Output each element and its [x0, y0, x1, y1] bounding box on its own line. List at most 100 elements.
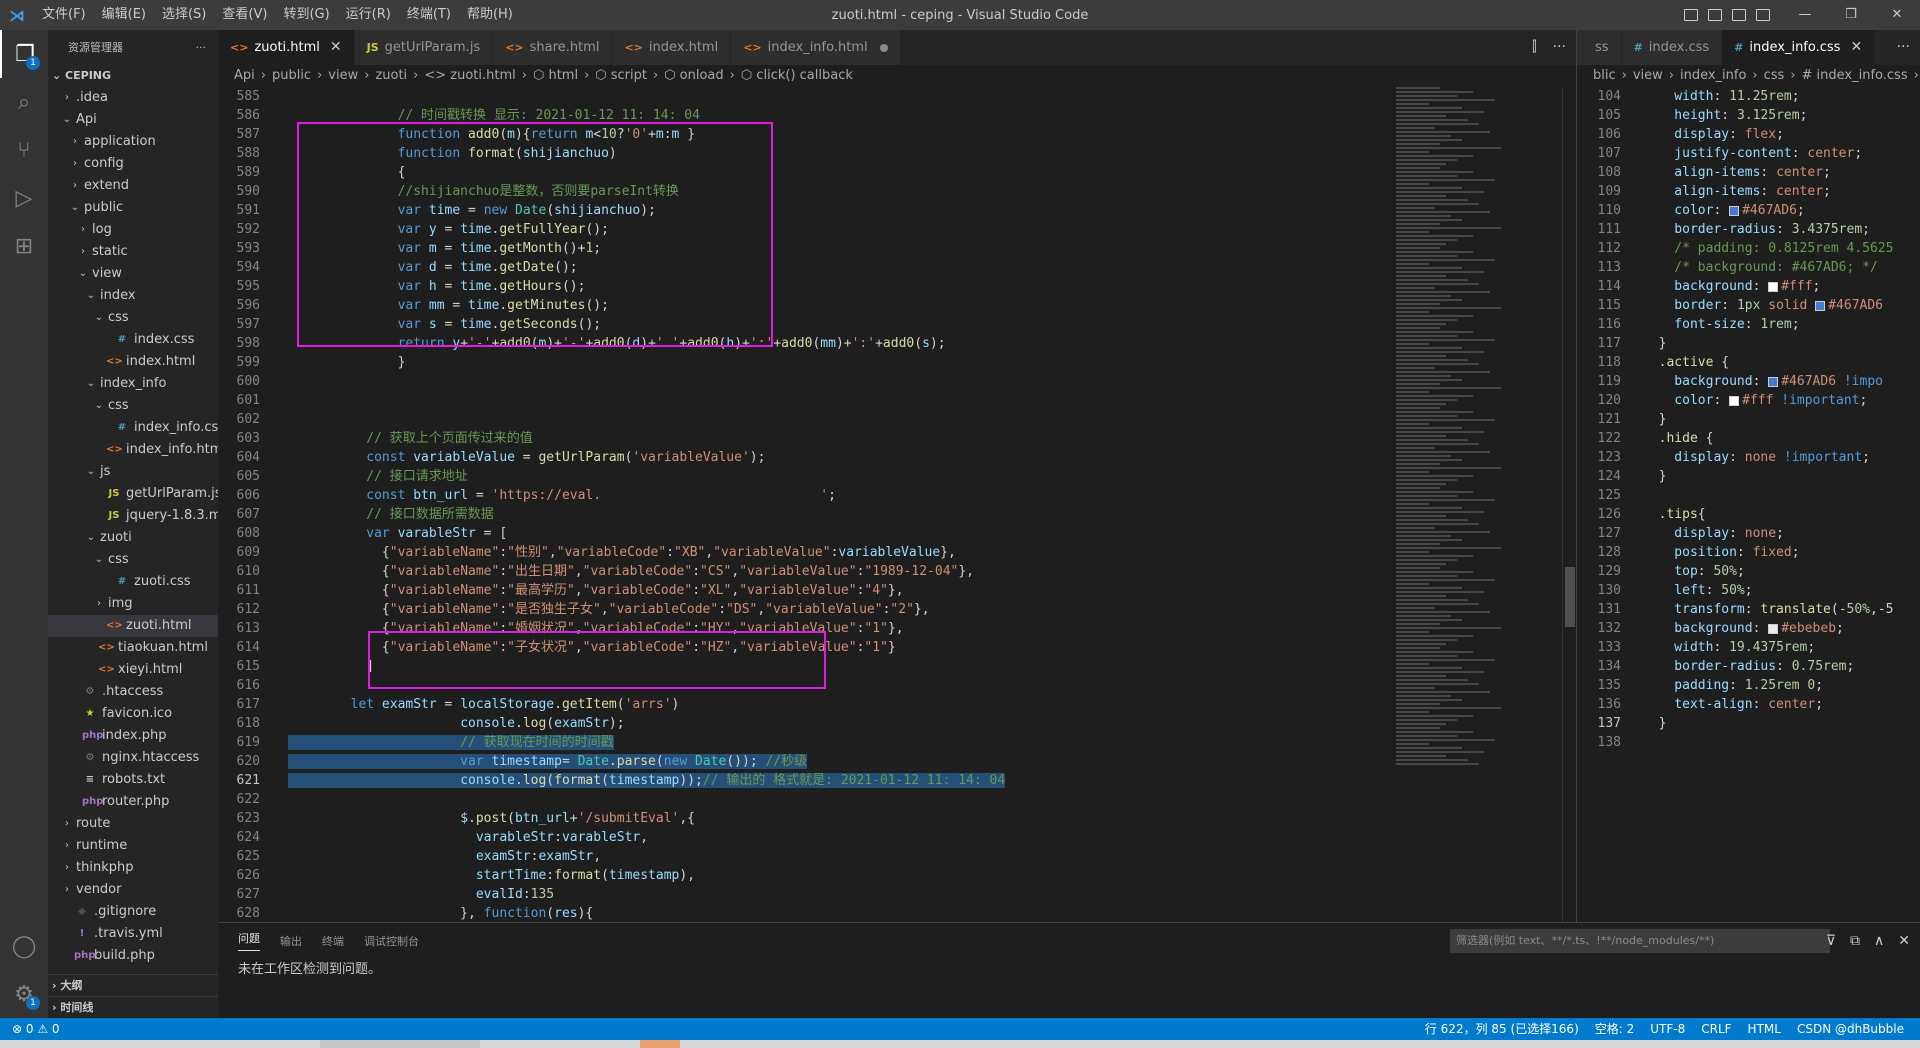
tree-item[interactable]: › thinkphp [48, 857, 218, 879]
close-window-button[interactable]: ✕ [1874, 0, 1920, 30]
accounts-icon[interactable]: ◯ [0, 922, 48, 970]
tree-item[interactable]: php build.php [48, 945, 218, 967]
tree-item[interactable]: › application [48, 131, 218, 153]
breadcrumb-item[interactable]: view [1633, 68, 1663, 83]
search-icon[interactable]: ⌕ [0, 78, 48, 126]
tree-item[interactable]: ⌄ zuoti [48, 527, 218, 549]
tree-item[interactable]: › runtime [48, 835, 218, 857]
customize-layout-icon[interactable] [1756, 9, 1770, 21]
run-debug-icon[interactable]: ▷ [0, 174, 48, 222]
tree-item[interactable]: ≡ robots.txt [48, 769, 218, 791]
workspace-root[interactable]: ⌄ CEPING [48, 65, 218, 87]
breadcrumb-item[interactable]: view [328, 68, 358, 83]
panel-tab[interactable]: 终端 [322, 933, 344, 949]
tree-item[interactable]: <> index_info.html [48, 439, 218, 461]
tree-item[interactable]: ⌄ index [48, 285, 218, 307]
tree-item[interactable]: ⌄ view [48, 263, 218, 285]
breadcrumb-item[interactable]: ⬡ onload [664, 68, 723, 83]
tree-item[interactable]: › .idea [48, 87, 218, 109]
tree-item[interactable]: # index_info.css [48, 417, 218, 439]
menu-item-5[interactable]: 运行(R) [338, 7, 399, 22]
problems-filter-input[interactable]: 筛选器(例如 text、**/*.ts、!**/node_modules/**) [1450, 929, 1830, 953]
panel-tab[interactable]: 调试控制台 [364, 933, 419, 949]
menu-item-6[interactable]: 终端(T) [399, 7, 459, 22]
taskbar-item-active[interactable] [640, 1040, 680, 1048]
tree-item[interactable]: <> zuoti.html [48, 615, 218, 637]
tree-item[interactable]: ★ favicon.ico [48, 703, 218, 725]
panel-tab[interactable]: 问题 [238, 930, 260, 951]
menu-item-0[interactable]: 文件(F) [34, 7, 94, 22]
status-item[interactable]: HTML [1748, 1018, 1781, 1040]
tree-item[interactable]: › vendor [48, 879, 218, 901]
status-item[interactable]: 空格: 2 [1595, 1018, 1635, 1040]
tree-item[interactable]: # zuoti.css [48, 571, 218, 593]
tree-item[interactable]: ⌄ public [48, 197, 218, 219]
breadcrumb-item[interactable]: ⬡ click() callback [741, 68, 853, 83]
tree-item[interactable]: ⚙ .htaccess [48, 681, 218, 703]
tree-item[interactable]: JS jquery-1.8.3.min.js [48, 505, 218, 527]
menu-item-2[interactable]: 选择(S) [154, 7, 214, 22]
breadcrumb-item[interactable]: index_info [1680, 68, 1746, 83]
source-control-icon[interactable]: ⑂ [0, 126, 48, 174]
tree-item[interactable]: <> xieyi.html [48, 659, 218, 681]
split-editor-icon[interactable]: ⫿ [1532, 30, 1536, 65]
tree-item[interactable]: ⚙ nginx.htaccess [48, 747, 218, 769]
extensions-icon[interactable]: ⊞ [0, 222, 48, 270]
tree-item[interactable]: <> tiaokuan.html [48, 637, 218, 659]
tree-item[interactable]: ⌄ css [48, 307, 218, 329]
scrollbar-thumb[interactable] [1565, 567, 1575, 627]
editor-tab[interactable]: <> index.html [612, 30, 732, 65]
tree-item[interactable]: › extend [48, 175, 218, 197]
status-item[interactable]: UTF-8 [1650, 1018, 1685, 1040]
panel-tab[interactable]: 输出 [280, 933, 302, 949]
status-item[interactable]: CSDN @dhBubble [1797, 1018, 1904, 1040]
toggle-sidebar-icon[interactable] [1684, 9, 1698, 21]
timeline-section[interactable]: › 时间线 [48, 996, 218, 1018]
breadcrumb-item[interactable]: <> zuoti.html [424, 68, 515, 83]
menu-item-3[interactable]: 查看(V) [214, 7, 275, 22]
breadcrumb-item[interactable]: zuoti [375, 68, 407, 83]
tree-item[interactable]: ◆ .gitignore [48, 901, 218, 923]
tree-item[interactable]: JS getUrlParam.js [48, 483, 218, 505]
outline-section[interactable]: › 大纲 [48, 974, 218, 996]
maximize-button[interactable]: ❐ [1828, 0, 1874, 30]
maximize-panel-icon[interactable]: ∧ [1874, 929, 1884, 953]
tree-item[interactable]: <> index.html [48, 351, 218, 373]
breadcrumb-item[interactable]: blic [1593, 68, 1616, 83]
code-editor-2[interactable]: 104 width: 11.25rem; 105 height: 3.125rem… [1577, 87, 1920, 922]
editor-tab[interactable]: <> zuoti.html ✕ [218, 30, 355, 65]
tree-item[interactable]: php router.php [48, 791, 218, 813]
status-item[interactable]: CRLF [1701, 1018, 1731, 1040]
menu-item-4[interactable]: 转到(G) [275, 7, 337, 22]
editor-tab[interactable]: ss [1577, 30, 1622, 65]
tree-item[interactable]: ⌄ js [48, 461, 218, 483]
toggle-secondary-sidebar-icon[interactable] [1732, 9, 1746, 21]
tree-item[interactable]: › static [48, 241, 218, 263]
editor-tab[interactable]: <> share.html [493, 30, 613, 65]
problems-status[interactable]: ⊗ 0 ⚠ 0 [12, 1018, 60, 1040]
more-actions-icon[interactable]: ··· [1897, 30, 1910, 65]
filter-icon[interactable]: ⊽ [1826, 929, 1836, 953]
explorer-icon[interactable]: ❐ 1 [0, 30, 48, 78]
tree-item[interactable]: ⌄ Api [48, 109, 218, 131]
close-panel-icon[interactable]: ✕ [1898, 929, 1910, 953]
menu-item-7[interactable]: 帮助(H) [459, 7, 521, 22]
editor-tab[interactable]: # index.css [1621, 30, 1723, 65]
breadcrumb-item[interactable]: public [272, 68, 311, 83]
tab-close-icon[interactable]: ✕ [330, 30, 342, 65]
tree-item[interactable]: › config [48, 153, 218, 175]
explorer-more-button[interactable]: ··· [196, 30, 207, 65]
toggle-panel-icon[interactable] [1708, 9, 1722, 21]
breadcrumb-item[interactable]: # index_info.css [1802, 68, 1908, 83]
tree-item[interactable]: # index.css [48, 329, 218, 351]
status-item[interactable]: 行 622，列 85 (已选择166) [1425, 1018, 1579, 1040]
tree-item[interactable]: ⌄ css [48, 549, 218, 571]
tree-item[interactable]: ! .travis.yml [48, 923, 218, 945]
breadcrumb-item[interactable]: ⬡ html [533, 68, 578, 83]
vertical-scrollbar[interactable] [1562, 87, 1576, 922]
more-actions-icon[interactable]: ··· [1553, 30, 1566, 65]
collapse-all-icon[interactable]: ⧉ [1850, 929, 1860, 953]
editor-tab[interactable]: JS getUrlParam.js [354, 30, 494, 65]
tree-item[interactable]: ⌄ index_info [48, 373, 218, 395]
minimize-button[interactable]: — [1782, 0, 1828, 30]
